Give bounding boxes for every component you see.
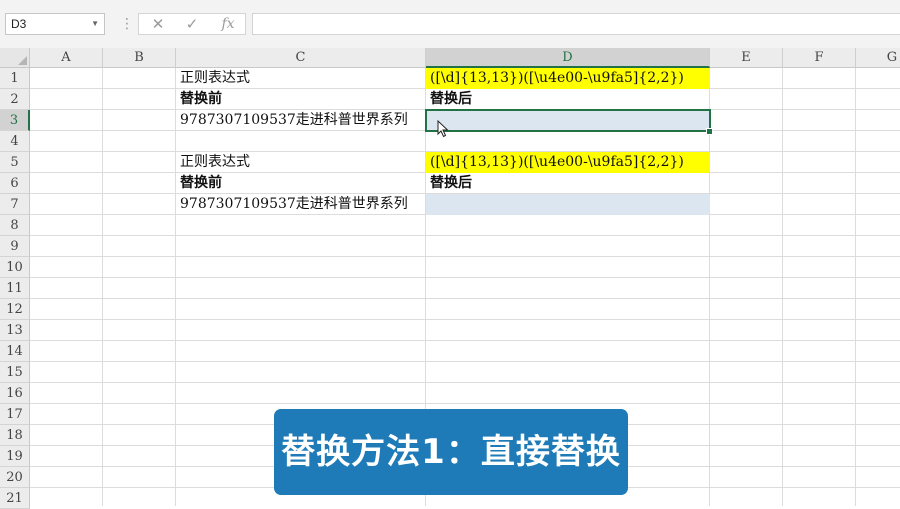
formula-buttons: ✕ ✓ fx: [138, 13, 246, 35]
row-header-18[interactable]: 18: [0, 425, 30, 446]
select-all-corner[interactable]: [0, 48, 30, 68]
cell-c6[interactable]: 替换前: [176, 173, 426, 194]
more-options-icon[interactable]: ⋮: [120, 16, 134, 32]
column-header-d[interactable]: D: [426, 48, 710, 68]
row-header-19[interactable]: 19: [0, 446, 30, 467]
mouse-pointer-icon: [437, 120, 449, 138]
column-header-f[interactable]: F: [783, 48, 856, 68]
row-header-20[interactable]: 20: [0, 467, 30, 488]
active-cell-border: [425, 109, 711, 132]
column-header-g[interactable]: G: [856, 48, 900, 68]
row-header-7[interactable]: 7: [0, 194, 30, 215]
row-header-13[interactable]: 13: [0, 320, 30, 341]
gridline: [30, 235, 900, 236]
row-header-12[interactable]: 12: [0, 299, 30, 320]
row-header-1[interactable]: 1: [0, 68, 30, 89]
gridline: [30, 277, 900, 278]
gridline: [782, 68, 783, 506]
cell-d6[interactable]: 替换后: [426, 173, 710, 194]
gridline: [30, 319, 900, 320]
row-header-6[interactable]: 6: [0, 173, 30, 194]
cell-c3[interactable]: 9787307109537走进科普世界系列: [176, 110, 426, 131]
column-header-c[interactable]: C: [176, 48, 426, 68]
row-header-4[interactable]: 4: [0, 131, 30, 152]
cell-d7[interactable]: [426, 194, 710, 215]
row-header-17[interactable]: 17: [0, 404, 30, 425]
row-header-2[interactable]: 2: [0, 89, 30, 110]
cancel-icon[interactable]: ✕: [143, 14, 173, 34]
row-header-10[interactable]: 10: [0, 257, 30, 278]
cell-c7[interactable]: 9787307109537走进科普世界系列: [176, 194, 426, 215]
gridline: [102, 68, 103, 506]
enter-icon[interactable]: ✓: [177, 14, 207, 34]
column-header-b[interactable]: B: [103, 48, 176, 68]
column-header-e[interactable]: E: [710, 48, 783, 68]
cell-d2[interactable]: 替换后: [426, 89, 710, 110]
cell-c2[interactable]: 替换前: [176, 89, 426, 110]
fill-handle[interactable]: [706, 128, 713, 135]
cell-d1[interactable]: ([\d]{13,13})([\u4e00-\u9fa5]{2,2}): [426, 68, 710, 89]
gridline: [30, 403, 900, 404]
row-header-16[interactable]: 16: [0, 383, 30, 404]
gridline: [30, 361, 900, 362]
caption-text: 替换方法1：直接替换: [281, 432, 621, 472]
cell-c5[interactable]: 正则表达式: [176, 152, 426, 173]
select-all-icon: [18, 56, 27, 65]
row-header-15[interactable]: 15: [0, 362, 30, 383]
gridline: [30, 382, 900, 383]
row-header-8[interactable]: 8: [0, 215, 30, 236]
chevron-down-icon[interactable]: ▼: [91, 14, 99, 34]
name-box[interactable]: D3 ▼: [5, 13, 105, 35]
gridline: [30, 256, 900, 257]
row-header-5[interactable]: 5: [0, 152, 30, 173]
gridline: [175, 68, 176, 506]
name-box-value: D3: [11, 17, 27, 31]
formula-input[interactable]: [252, 13, 900, 35]
column-header-a[interactable]: A: [30, 48, 103, 68]
insert-function-icon[interactable]: fx: [213, 14, 243, 34]
cell-c1[interactable]: 正则表达式: [176, 68, 426, 89]
row-header-9[interactable]: 9: [0, 236, 30, 257]
gridline: [30, 340, 900, 341]
caption-banner: 替换方法1：直接替换: [274, 409, 628, 495]
gridline: [855, 68, 856, 506]
cell-d5[interactable]: ([\d]{13,13})([\u4e00-\u9fa5]{2,2}): [426, 152, 710, 173]
row-header-14[interactable]: 14: [0, 341, 30, 362]
formula-bar: D3 ▼ ⋮ ✕ ✓ fx: [0, 0, 900, 48]
row-header-11[interactable]: 11: [0, 278, 30, 299]
row-header-3[interactable]: 3: [0, 110, 30, 131]
gridline: [30, 298, 900, 299]
